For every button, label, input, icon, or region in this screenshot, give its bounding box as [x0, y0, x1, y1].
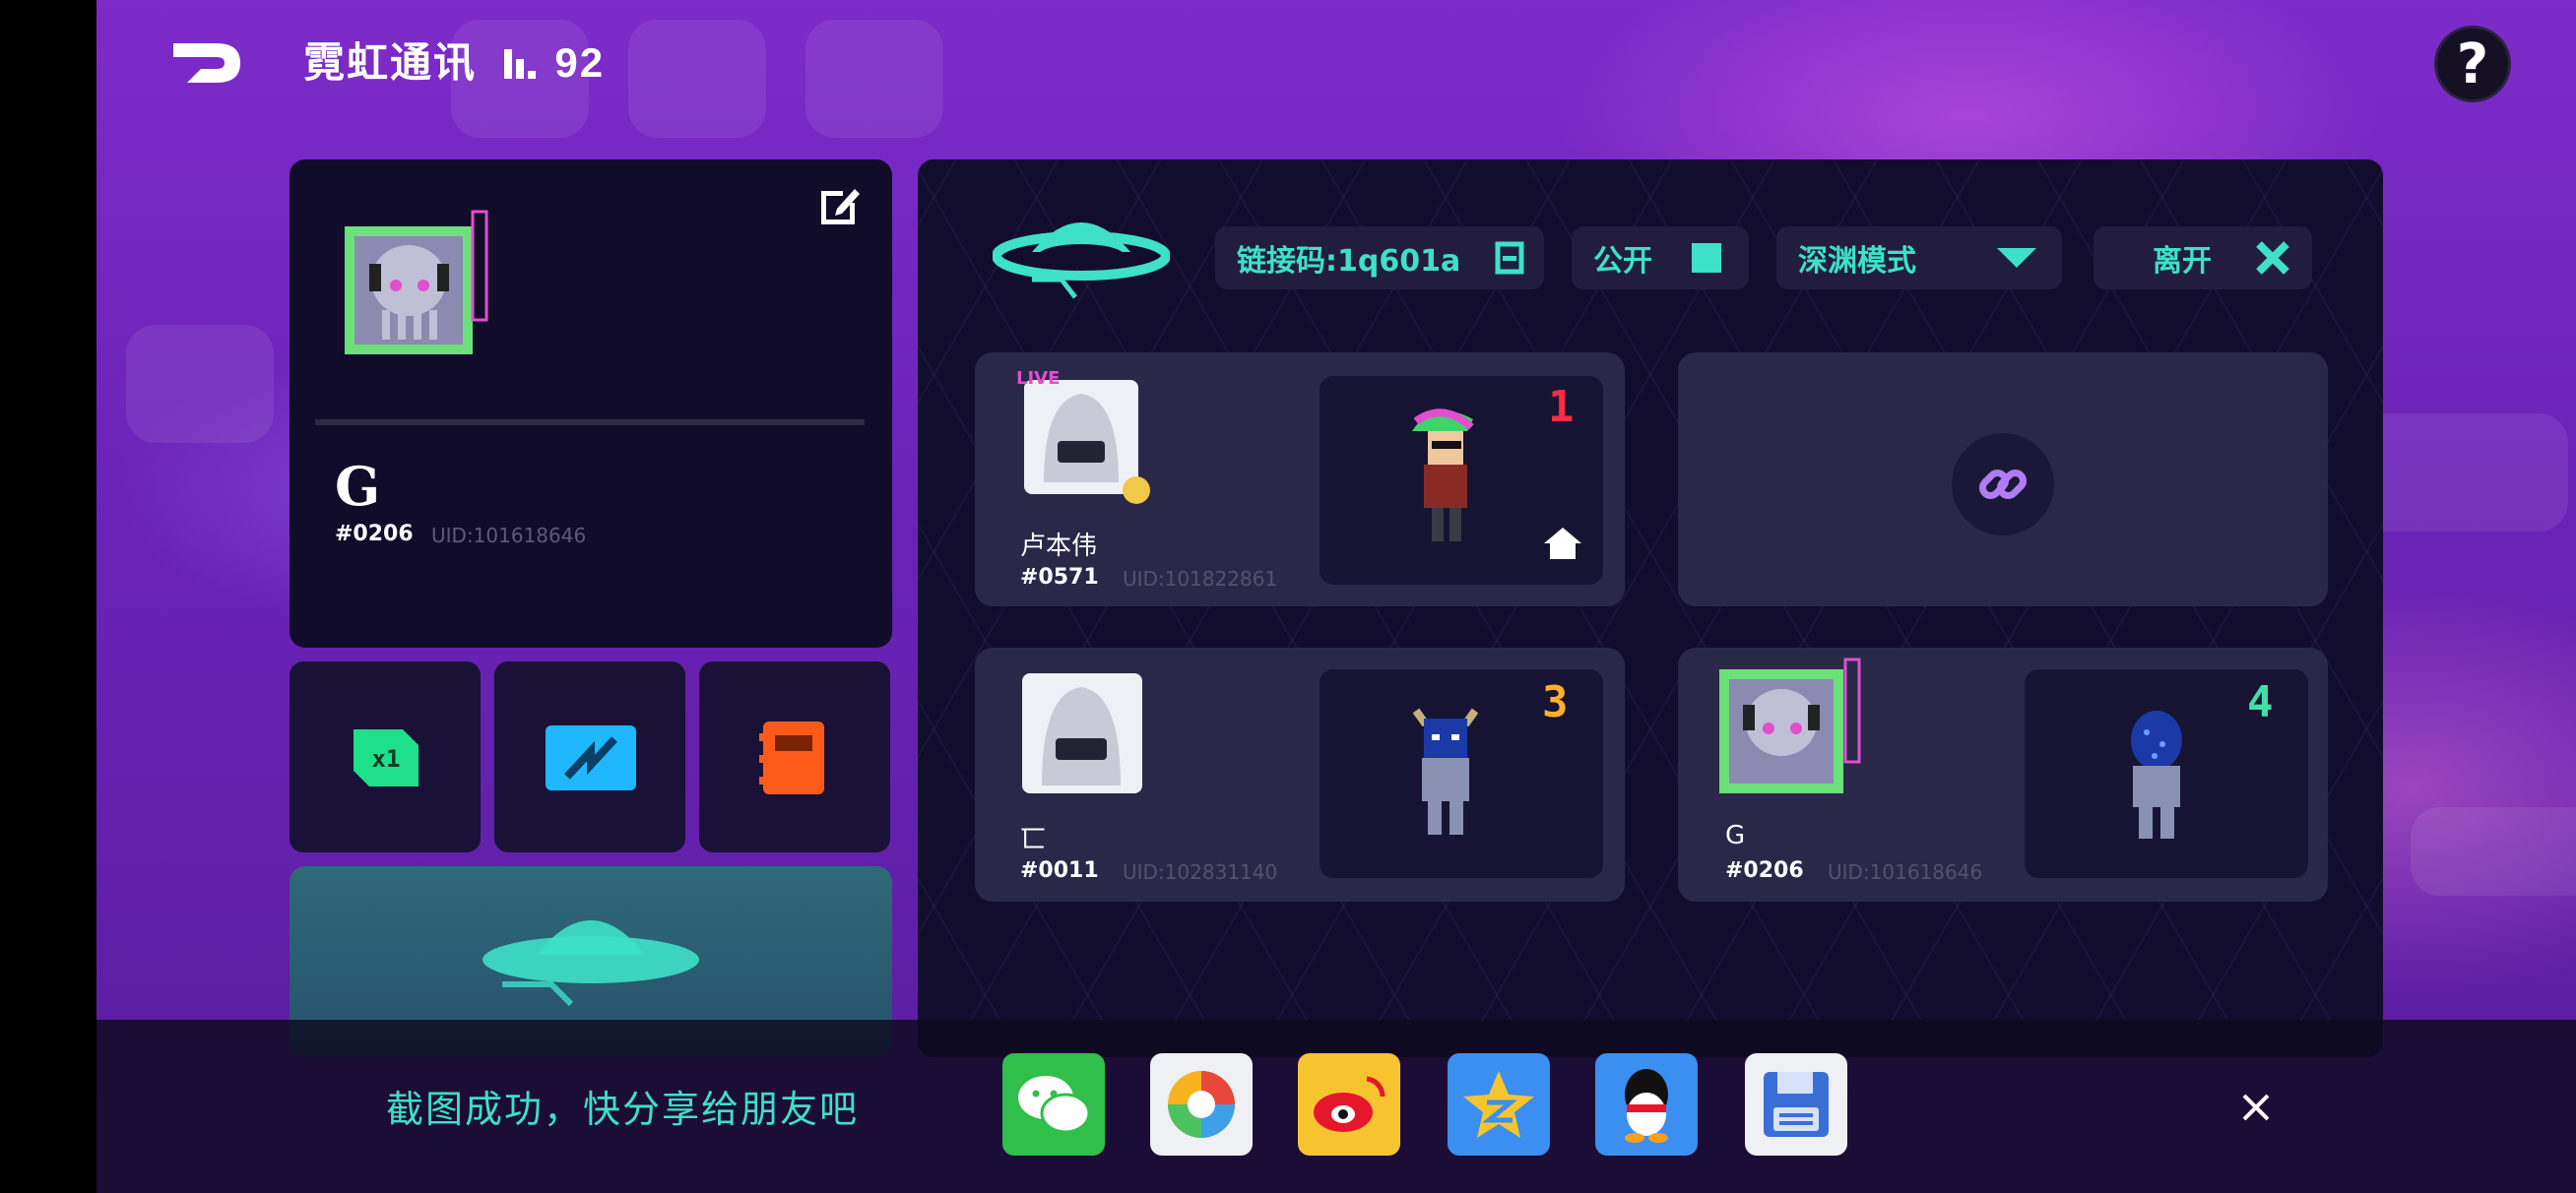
leave-label: 离开	[2153, 244, 2212, 279]
app-title: 霓虹通讯 92	[303, 30, 605, 91]
room-ufo-logo	[993, 222, 1170, 299]
close-icon	[2256, 241, 2289, 275]
public-label: 公开	[1593, 244, 1652, 279]
lightning-screen-icon	[546, 725, 636, 790]
mode-dropdown[interactable]: 深渊模式	[1776, 226, 2062, 289]
svg-text:LIVE: LIVE	[1016, 368, 1060, 389]
share-wechat-button[interactable]	[1002, 1053, 1105, 1156]
close-share-button[interactable]	[2241, 1083, 2271, 1133]
profile-tag: #0206	[335, 522, 414, 546]
share-moments-button[interactable]	[1150, 1053, 1253, 1156]
player-name-3: 匸	[1020, 825, 1047, 854]
signal-value: 92	[554, 39, 606, 86]
signal-icon	[502, 43, 542, 91]
player-rank-3: 3	[1542, 677, 1569, 727]
mode-label: 深渊模式	[1798, 244, 1916, 279]
profile-name: G	[335, 455, 381, 518]
player-uid-4: UID:101618646	[1828, 860, 1983, 884]
share-weibo-button[interactable]	[1298, 1053, 1400, 1156]
profile-uid: UID:101618646	[431, 524, 587, 547]
player-avatar-1: LIVE	[1016, 368, 1150, 504]
share-message: 截图成功，快分享给朋友吧	[386, 1088, 860, 1131]
share-qzone-button[interactable]	[1448, 1053, 1550, 1156]
player-rank-4: 4	[2247, 677, 2274, 727]
wechat-icon	[1018, 1076, 1091, 1134]
home-icon	[1544, 528, 1581, 559]
shop-tile[interactable]	[494, 661, 685, 852]
player-avatar-3	[1022, 673, 1142, 793]
left-black-strip	[0, 0, 97, 1193]
edit-icon[interactable]	[817, 183, 863, 228]
chevron-down-icon	[1997, 248, 2036, 268]
player-rank-1: 1	[1548, 382, 1575, 432]
help-button[interactable]: ?	[2434, 26, 2511, 102]
multiplier-tile[interactable]: x1	[290, 661, 481, 852]
moments-icon	[1168, 1071, 1235, 1138]
player-tag-1: #0571	[1020, 565, 1099, 590]
invite-link-button[interactable]	[1952, 433, 2054, 535]
player-name-4: G	[1725, 821, 1746, 850]
book-icon	[759, 722, 824, 794]
qq-penguin-icon	[1625, 1069, 1668, 1143]
floppy-disk-icon	[1764, 1072, 1829, 1137]
player-uid-1: UID:101822861	[1123, 567, 1278, 591]
character-sprite-4	[2131, 711, 2182, 839]
weibo-icon	[1314, 1076, 1385, 1132]
handbook-tile[interactable]	[699, 661, 890, 852]
player-tag-3: #0011	[1020, 858, 1099, 883]
profile-divider	[315, 419, 865, 425]
question-icon: ?	[2456, 31, 2489, 96]
player-name-1: 卢本伟	[1020, 532, 1098, 561]
checkbox-checked-icon	[1692, 243, 1721, 273]
link-code-text: 链接码:1q601a	[1237, 244, 1461, 279]
link-icon	[1978, 469, 2028, 500]
profile-avatar	[345, 210, 488, 354]
link-code-chip[interactable]: 链接码:1q601a	[1215, 226, 1544, 289]
player-uid-3: UID:102831140	[1123, 860, 1278, 884]
player-tag-4: #0206	[1725, 858, 1804, 883]
player-avatar-4	[1719, 658, 1861, 793]
leave-button[interactable]: 离开	[2093, 226, 2312, 289]
character-sprite-1	[1412, 408, 1474, 541]
x1-icon: x1	[354, 729, 419, 786]
public-toggle[interactable]: 公开	[1572, 226, 1749, 289]
back-icon[interactable]	[167, 33, 246, 93]
close-icon	[2242, 1094, 2270, 1121]
save-local-button[interactable]	[1745, 1053, 1847, 1156]
copy-icon	[1495, 241, 1524, 275]
qzone-icon	[1463, 1071, 1534, 1138]
character-sprite-3	[1412, 708, 1479, 835]
share-qq-button[interactable]	[1595, 1053, 1698, 1156]
svg-text:x1: x1	[372, 745, 401, 773]
